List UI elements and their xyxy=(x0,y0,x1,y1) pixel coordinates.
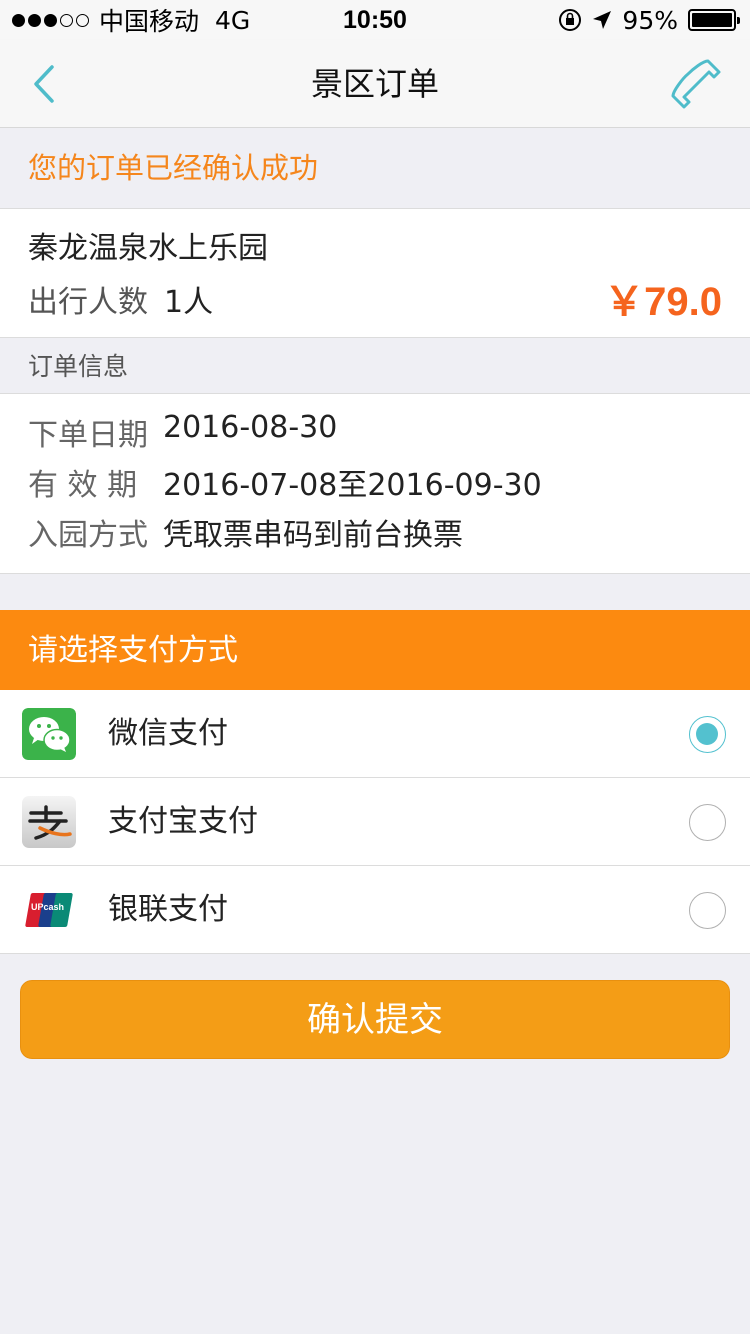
payment-label: 微信支付 xyxy=(108,716,228,751)
battery-icon xyxy=(688,9,740,31)
rotation-lock-icon xyxy=(559,9,582,31)
travelers-label: 出行人数 xyxy=(28,285,148,320)
svg-text:UPcash: UPcash xyxy=(31,902,64,912)
travelers-value: 1人 xyxy=(164,285,214,320)
signal-strength-icon xyxy=(12,13,89,27)
phone-icon[interactable] xyxy=(668,56,724,112)
info-value: 2016-07-08至2016-09-30 xyxy=(163,468,542,503)
submit-button[interactable]: 确认提交 xyxy=(20,980,730,1059)
wechat-pay-icon xyxy=(22,708,76,760)
page-title: 景区订单 xyxy=(310,65,439,103)
alipay-icon xyxy=(22,796,76,848)
order-price: ￥79.0 xyxy=(604,280,722,324)
info-row-order-date: 下单日期 2016-08-30 xyxy=(28,410,337,454)
info-label: 有 效 期 xyxy=(28,468,138,503)
payment-option-wechat[interactable]: 微信支付 xyxy=(0,690,750,778)
payment-methods: 微信支付 支付宝支付 UPcash 银联支付 xyxy=(0,690,750,954)
info-label: 入园方式 xyxy=(28,518,148,553)
order-info-block: 下单日期 2016-08-30 有 效 期 2016-07-08至2016-09… xyxy=(0,393,750,574)
info-label: 下单日期 xyxy=(28,418,148,453)
status-right: 95% xyxy=(558,0,740,40)
info-value: 凭取票串码到前台换票 xyxy=(163,518,463,553)
info-row-validity: 有 效 期 2016-07-08至2016-09-30 xyxy=(28,460,542,504)
radio-unionpay[interactable] xyxy=(689,892,726,929)
radio-wechat[interactable] xyxy=(689,716,726,753)
info-value: 2016-08-30 xyxy=(163,410,338,445)
network-type: 4G xyxy=(215,5,251,35)
park-name: 秦龙温泉水上乐园 xyxy=(28,231,268,266)
payment-label: 银联支付 xyxy=(108,892,228,927)
payment-option-alipay[interactable]: 支付宝支付 xyxy=(0,778,750,866)
battery-percent: 95% xyxy=(622,5,678,35)
order-info-header: 订单信息 xyxy=(0,338,750,394)
status-bar: 中国移动 4G 10:50 95% xyxy=(0,0,750,40)
radio-alipay[interactable] xyxy=(689,804,726,841)
park-summary: 秦龙温泉水上乐园 出行人数 1人 ￥79.0 xyxy=(0,208,750,338)
location-arrow-icon xyxy=(593,11,612,29)
info-row-entry-method: 入园方式 凭取票串码到前台换票 xyxy=(28,510,463,554)
carrier-name: 中国移动 xyxy=(99,7,200,36)
unionpay-icon: UPcash xyxy=(22,884,76,936)
payment-header: 请选择支付方式 xyxy=(0,610,750,690)
payment-option-unionpay[interactable]: UPcash 银联支付 xyxy=(0,866,750,954)
payment-label: 支付宝支付 xyxy=(108,804,258,839)
order-confirm-message: 您的订单已经确认成功 xyxy=(0,128,750,208)
status-left: 中国移动 4G xyxy=(12,0,250,40)
nav-bar: 景区订单 xyxy=(0,40,750,128)
chevron-left-icon[interactable] xyxy=(22,60,70,108)
